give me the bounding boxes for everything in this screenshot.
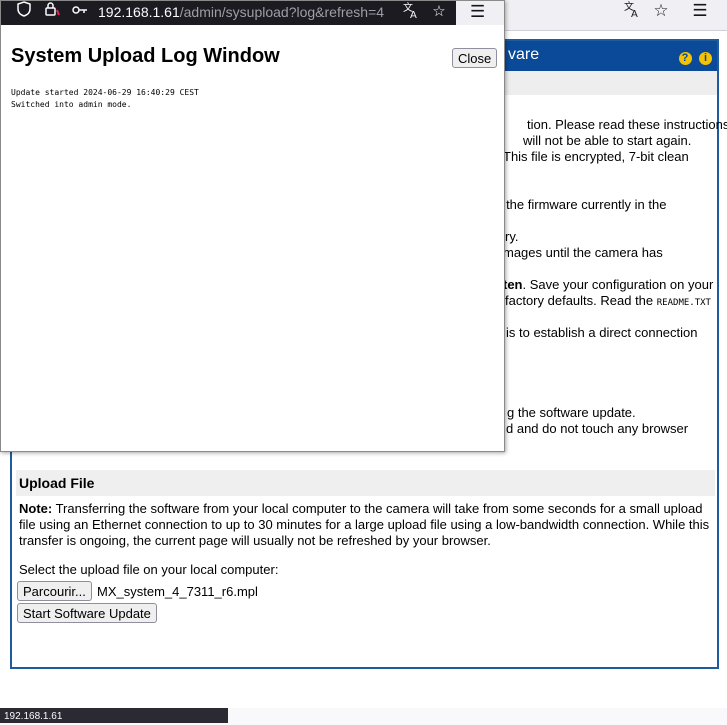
popup-menu-button-area: ☰ xyxy=(456,1,504,25)
instruction-line-text: factory defaults. Read the xyxy=(505,293,657,308)
note-label: Note: xyxy=(19,501,53,516)
page-title: vare xyxy=(508,46,540,63)
svg-text:A: A xyxy=(631,9,638,18)
star-icon[interactable]: ☆ xyxy=(429,1,449,23)
shield-icon[interactable] xyxy=(14,1,34,23)
popup-url-bar: 192.168.1.61/admin/sysupload?log&refresh… xyxy=(1,1,456,25)
popup-url[interactable]: 192.168.1.61/admin/sysupload?log&refresh… xyxy=(98,3,384,21)
instruction-line: will not be able to start again. xyxy=(523,133,692,148)
key-icon[interactable] xyxy=(70,1,90,23)
log-line: Update started 2024-06-29 16:40:29 CEST xyxy=(11,88,199,97)
upload-log-popup-window: 192.168.1.61/admin/sysupload?log&refresh… xyxy=(0,0,505,452)
instruction-line-rest: . Save your configuration on your xyxy=(522,277,714,292)
help-icon[interactable]: ? xyxy=(678,52,692,65)
url-path: /admin/sysupload?log&refresh=4 xyxy=(179,4,385,20)
instruction-line: mages until the camera has xyxy=(503,245,663,260)
selected-file-name: MX_system_4_7311_r6.mpl xyxy=(97,584,258,599)
instruction-line: ten. Save your configuration on your xyxy=(503,277,713,293)
instruction-line: ry. xyxy=(505,229,519,244)
translate-icon[interactable]: 文A xyxy=(401,1,421,23)
translate-icon[interactable]: 文A xyxy=(618,0,646,22)
instruction-line: g the software update. xyxy=(507,405,636,420)
hamburger-menu-icon[interactable]: ☰ xyxy=(686,0,714,22)
log-line: Switched into admin mode. xyxy=(11,100,132,109)
close-button[interactable]: Close xyxy=(452,48,498,68)
info-icon[interactable]: i xyxy=(699,52,712,65)
star-icon[interactable]: ☆ xyxy=(647,0,675,22)
hamburger-menu-icon[interactable]: ☰ xyxy=(470,1,485,23)
note-text: Transferring the software from your loca… xyxy=(19,501,710,548)
instruction-line: is to establish a direct connection xyxy=(506,325,698,340)
status-bar-url: 192.168.1.61 xyxy=(0,708,228,723)
readme-code: README.TXT xyxy=(656,298,711,308)
select-file-label: Select the upload file on your local com… xyxy=(19,562,279,577)
url-host: 192.168.1.61 xyxy=(98,4,180,20)
browse-file-button[interactable]: Parcourir... xyxy=(17,581,92,601)
instruction-line: factory defaults. Read the README.TXT xyxy=(505,293,711,311)
upload-log: Update started 2024-06-29 16:40:29 CEST S… xyxy=(11,87,199,111)
instruction-line: ge the firmware currently in the xyxy=(488,197,667,212)
instruction-line: tion. Please read these instructions xyxy=(527,117,727,132)
upload-file-heading: Upload File xyxy=(16,470,715,496)
svg-text:A: A xyxy=(410,10,417,19)
emphasis-text: ten xyxy=(503,277,523,292)
lock-warning-icon[interactable] xyxy=(42,1,62,23)
popup-title: System Upload Log Window xyxy=(11,45,280,67)
upload-note: Note: Transferring the software from you… xyxy=(19,501,714,549)
instruction-line: This file is encrypted, 7-bit clean xyxy=(503,149,689,164)
start-software-update-button[interactable]: Start Software Update xyxy=(17,603,157,623)
instruction-line: d and do not touch any browser xyxy=(506,421,689,436)
